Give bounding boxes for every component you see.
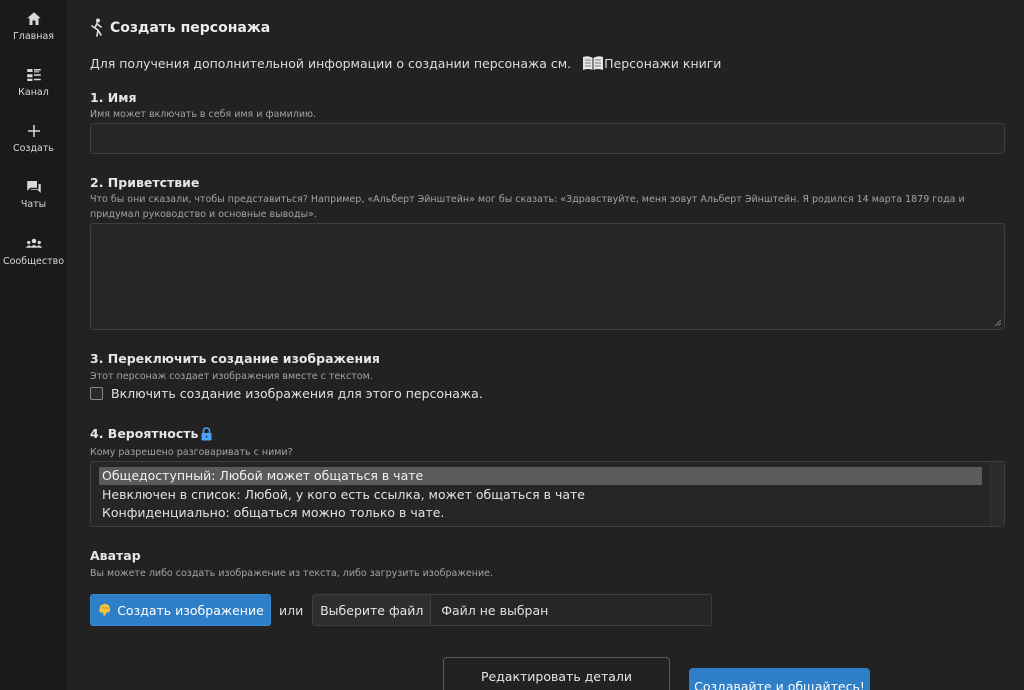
avatar-section-help: Вы можете либо создать изображение из те… [90, 568, 493, 579]
info-text: Для получения дополнительной информации … [90, 55, 572, 71]
brain-icon [99, 603, 111, 616]
sidebar-item-community[interactable]: Сообщество [0, 235, 67, 267]
character-book-link-label: Персонажи книги [604, 55, 722, 71]
visibility-select[interactable]: Общедоступный: Любой может общаться в ча… [90, 461, 1005, 527]
character-book-link[interactable]: Персонажи книги [582, 55, 721, 71]
create-image-button-label: Создать изображение [117, 602, 264, 618]
image-gen-toggle-row[interactable]: Включить создание изображения для этого … [90, 386, 483, 401]
or-separator: или [279, 602, 304, 618]
greeting-section-help: Что бы они сказали, чтобы представиться?… [90, 194, 965, 220]
image-gen-section-title: 3. Переключить создание изображения [90, 351, 380, 366]
visibility-option-public[interactable]: Общедоступный: Любой может общаться в ча… [99, 467, 982, 485]
sidebar-item-create[interactable]: Создать [0, 122, 67, 154]
sidebar-item-label: Чаты [20, 199, 47, 210]
greeting-section-title: 2. Приветствие [90, 175, 200, 190]
info-text-row: Для получения дополнительной информации … [90, 55, 721, 71]
listbox-scrollbar[interactable] [990, 462, 1004, 526]
community-icon [25, 238, 42, 248]
sidebar-item-label: Канал [18, 87, 49, 98]
visibility-option-private[interactable]: Конфиденциально: общаться можно только в… [99, 504, 982, 522]
choose-file-button[interactable]: Выберите файл [313, 595, 432, 625]
greeting-textarea[interactable] [91, 224, 1004, 329]
sidebar-item-chats[interactable]: Чаты [0, 178, 67, 210]
sidebar: Главная Канал Создать Чаты Сообщество [0, 0, 67, 690]
page-header: Создать персонажа [90, 17, 270, 39]
plus-icon [27, 125, 40, 137]
name-input[interactable] [91, 124, 1004, 153]
page-title: Создать персонажа [110, 20, 271, 36]
sidebar-item-label: Главная [12, 31, 55, 42]
sidebar-item-label: Сообщество [2, 256, 65, 267]
name-section-title: 1. Имя [90, 90, 137, 105]
book-icon [583, 56, 604, 70]
create-character-form: Создать персонажа Для получения дополнит… [90, 0, 1005, 690]
lock-icon [201, 426, 212, 440]
image-gen-section-help: Этот персонаж создает изображения вместе… [90, 371, 373, 382]
sidebar-item-home[interactable]: Главная [0, 10, 67, 42]
resize-grip-icon[interactable] [994, 319, 1002, 327]
chat-icon [26, 181, 41, 193]
name-section-help: Имя может включать в себя имя и фамилию. [90, 109, 317, 120]
feed-icon [26, 69, 41, 81]
avatar-controls: Создать изображение или Выберите файл Фа… [90, 594, 713, 626]
file-upload-input[interactable]: Выберите файл Файл не выбран [312, 594, 713, 626]
image-gen-checkbox-label[interactable]: Включить создание изображения для этого … [111, 386, 483, 401]
greeting-field-wrapper [90, 223, 1005, 330]
visibility-option-unlisted[interactable]: Невключен в список: Любой, у кого есть с… [99, 486, 982, 504]
name-field-wrapper [90, 123, 1005, 154]
visibility-section-title: 4. Вероятность [90, 426, 199, 441]
home-icon [26, 12, 41, 25]
file-status: Файл не выбран [441, 602, 549, 618]
image-gen-checkbox[interactable] [90, 387, 103, 400]
sidebar-item-label: Создать [12, 143, 55, 154]
edit-details-button[interactable]: Редактировать детали [443, 657, 670, 690]
create-image-button[interactable]: Создать изображение [90, 594, 271, 626]
avatar-section-title: Аватар [90, 548, 141, 563]
create-and-chat-button[interactable]: Создавайте и общайтесь! [689, 668, 870, 690]
character-icon [91, 18, 102, 37]
visibility-section-help: Кому разрешено разговаривать с ними? [90, 447, 293, 458]
sidebar-item-feed[interactable]: Канал [0, 66, 67, 98]
visibility-section-title-row: 4. Вероятность [90, 426, 213, 441]
